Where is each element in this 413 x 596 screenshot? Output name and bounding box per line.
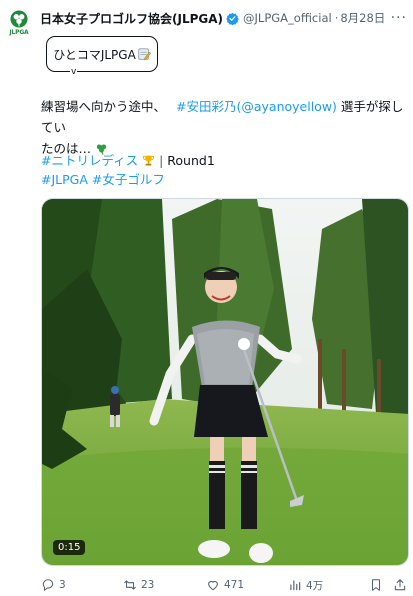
series-badge: ひとコマJLPGA v	[46, 36, 158, 77]
avatar[interactable]: JLPGA	[8, 10, 30, 38]
action-bar: 3 23 471 4万	[41, 576, 409, 594]
round-label: Round1	[167, 153, 215, 168]
hashtag-block: #ニトリレディス | Round1 #JLPGA #女子ゴルフ	[41, 151, 409, 189]
separator-dot: ·	[334, 11, 339, 25]
display-name[interactable]: 日本女子プロゴルフ協会(JLPGA)	[40, 10, 223, 27]
reply-count: 3	[59, 579, 66, 591]
bookmark-icon	[371, 579, 381, 591]
analytics-icon	[290, 580, 301, 591]
tweet-text: 練習場へ向かう途中、 #安田彩乃(@ayanoyellow) 選手が探してい た…	[41, 96, 409, 159]
repost-count: 23	[141, 579, 155, 591]
trophy-icon	[143, 155, 155, 166]
hashtag-nitori-ladies[interactable]: #ニトリレディス	[41, 153, 138, 168]
text-line1-prefix: 練習場へ向かう途中、	[41, 99, 167, 114]
views-button[interactable]: 4万	[288, 578, 323, 593]
memo-icon	[138, 48, 151, 61]
verified-badge-icon	[226, 12, 239, 25]
reply-button[interactable]: 3	[41, 578, 66, 592]
bookmark-button[interactable]	[369, 578, 383, 592]
hashtag-separator: |	[159, 153, 164, 168]
hashtag-jlpga[interactable]: #JLPGA	[41, 172, 88, 187]
share-button[interactable]	[393, 578, 407, 592]
series-badge-label: ひとコマJLPGA	[53, 47, 136, 62]
video-thumbnail	[42, 199, 408, 565]
post-date[interactable]: 8月28日	[340, 10, 385, 26]
user-handle[interactable]: @JLPGA_official	[243, 11, 332, 25]
video-player[interactable]: 0:15	[41, 198, 409, 566]
share-icon	[394, 579, 406, 591]
jlpga-logo-icon	[10, 10, 28, 28]
hashtag-womens-golf[interactable]: #女子ゴルフ	[92, 172, 165, 187]
chevron-down-icon: v	[70, 67, 78, 77]
repost-button[interactable]: 23	[123, 578, 154, 592]
repost-icon	[124, 580, 136, 590]
mention-ayanoyellow[interactable]: (@ayanoyellow)	[236, 99, 336, 114]
hashtag-yasuda-ayano[interactable]: #安田彩乃	[176, 99, 236, 114]
reply-icon	[42, 579, 54, 591]
avatar-label: JLPGA	[9, 29, 29, 36]
view-count: 4万	[306, 579, 324, 592]
heart-icon	[208, 580, 218, 591]
tweet-header: 日本女子プロゴルフ協会(JLPGA) @JLPGA_official · 8月2…	[40, 9, 407, 27]
more-options-icon[interactable]: ···	[391, 11, 407, 25]
like-button[interactable]: 471	[206, 578, 244, 592]
like-count: 471	[224, 579, 245, 591]
video-duration: 0:15	[53, 540, 86, 555]
